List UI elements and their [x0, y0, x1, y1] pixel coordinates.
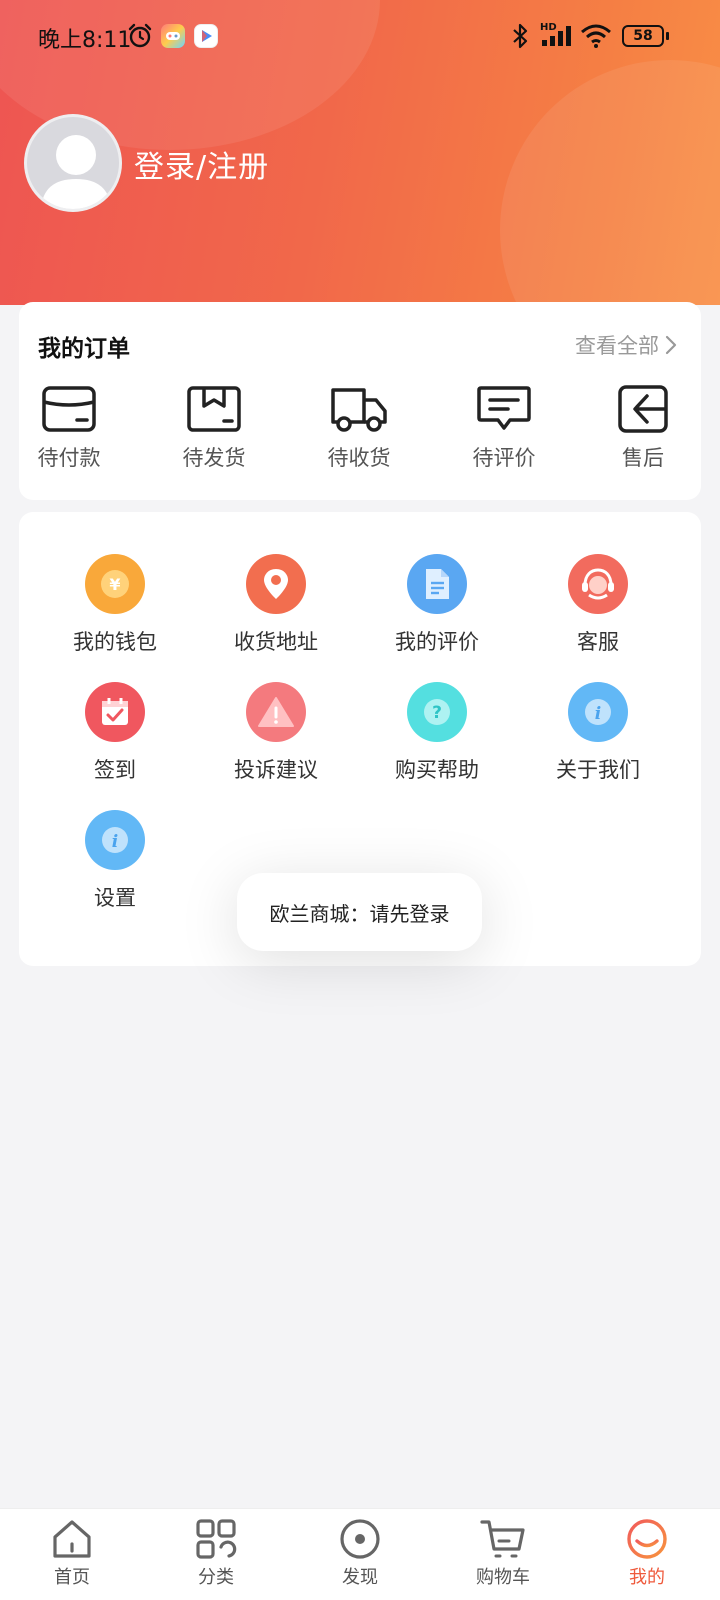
service-label: 签到: [94, 758, 136, 782]
yen-coin-icon: ¥: [101, 570, 129, 598]
view-all-label: 查看全部: [575, 334, 659, 358]
orders-title: 我的订单: [38, 336, 130, 362]
battery-indicator: 58: [622, 25, 664, 47]
service-icon-circle: [246, 682, 306, 742]
service-label: 购买帮助: [395, 758, 479, 782]
profile-smile-icon: [627, 1519, 667, 1559]
order-pending-receipt[interactable]: 待收货: [309, 384, 409, 472]
game-app-icon: [161, 24, 185, 48]
service-icon-circle: i: [85, 810, 145, 870]
order-pending-review[interactable]: 待评价: [454, 384, 554, 472]
service-icon-circle: [85, 682, 145, 742]
service-label: 我的钱包: [73, 630, 157, 654]
chevron-right-icon: [665, 335, 677, 355]
svg-text:i: i: [112, 832, 118, 852]
document-icon: [426, 569, 449, 599]
service-icon-circle: i: [568, 682, 628, 742]
order-label: 待评价: [472, 446, 536, 470]
service-checkin[interactable]: 签到: [40, 682, 190, 784]
service-icon-circle: ¥: [85, 554, 145, 614]
category-icon: [196, 1519, 237, 1559]
service-label: 关于我们: [556, 758, 640, 782]
tab-profile[interactable]: 我的: [597, 1517, 697, 1589]
status-bar: 晚上8:11 HD 58: [0, 0, 720, 72]
info-icon: i: [102, 827, 128, 853]
service-icon-circle: [407, 554, 467, 614]
return-icon: [618, 385, 668, 433]
svg-text:¥: ¥: [109, 575, 120, 594]
service-purchase-help[interactable]: ? 购买帮助: [362, 682, 512, 784]
svg-text:i: i: [595, 704, 601, 724]
service-label: 我的评价: [395, 630, 479, 654]
service-label: 投诉建议: [234, 758, 318, 782]
comment-icon: [477, 386, 531, 430]
my-orders-card: 我的订单 查看全部 待付款 待发货 待收货 待评价 售后: [19, 302, 701, 500]
tab-label: 发现: [342, 1567, 378, 1588]
info-icon: i: [585, 699, 611, 725]
avatar[interactable]: [24, 114, 122, 212]
truck-icon: [331, 388, 387, 432]
headset-icon: [582, 568, 614, 600]
package-icon: [187, 386, 241, 432]
order-label: 待付款: [37, 446, 101, 470]
service-icon-circle: [246, 554, 306, 614]
toast-message: 欧兰商城：请先登录: [269, 901, 450, 926]
bluetooth-icon: [513, 23, 528, 49]
service-settings[interactable]: i 设置: [40, 810, 190, 912]
tab-category[interactable]: 分类: [166, 1517, 266, 1589]
service-address[interactable]: 收货地址: [201, 554, 351, 656]
tab-home[interactable]: 首页: [22, 1517, 122, 1589]
status-time: 晚上8:11: [38, 28, 132, 53]
calendar-check-icon: [102, 698, 128, 725]
service-icon-circle: [568, 554, 628, 614]
cart-icon: [480, 1520, 525, 1558]
signal-icon: [542, 26, 571, 46]
order-label: 待发货: [182, 446, 246, 470]
tab-label: 购物车: [476, 1567, 530, 1588]
service-complaints[interactable]: 投诉建议: [201, 682, 351, 784]
tab-discover[interactable]: 发现: [310, 1517, 410, 1589]
bottom-tab-bar: 首页 分类 发现 购物车 我的: [0, 1508, 720, 1600]
service-customer-support[interactable]: 客服: [523, 554, 673, 656]
play-app-icon: [194, 24, 218, 48]
login-register-link[interactable]: 登录/注册: [134, 142, 269, 186]
battery-cap: [666, 32, 669, 40]
tab-label: 我的: [629, 1567, 665, 1588]
location-pin-icon: [264, 569, 288, 599]
order-label: 待收货: [327, 446, 391, 470]
service-label: 客服: [577, 630, 619, 654]
alarm-icon: [128, 23, 152, 48]
service-reviews[interactable]: 我的评价: [362, 554, 512, 656]
service-label: 设置: [94, 886, 136, 910]
tab-label: 分类: [198, 1567, 234, 1588]
tab-cart[interactable]: 购物车: [453, 1517, 553, 1589]
wallet-icon: [42, 386, 96, 432]
service-about-us[interactable]: i 关于我们: [523, 682, 673, 784]
login-required-toast: 欧兰商城：请先登录: [237, 873, 482, 951]
view-all-orders-link[interactable]: 查看全部: [575, 330, 677, 360]
question-icon: ?: [424, 699, 450, 725]
home-icon: [53, 1520, 91, 1558]
svg-text:?: ?: [432, 703, 442, 723]
warning-icon: [258, 697, 294, 727]
service-wallet[interactable]: ¥ 我的钱包: [40, 554, 190, 656]
service-icon-circle: ?: [407, 682, 467, 742]
discover-icon: [340, 1519, 380, 1559]
wifi-icon: [581, 24, 611, 48]
header-decoration: [500, 60, 720, 305]
order-label: 售后: [622, 446, 664, 470]
order-pending-payment[interactable]: 待付款: [19, 384, 119, 472]
battery-level: 58: [633, 28, 653, 44]
service-label: 收货地址: [234, 630, 318, 654]
order-after-sales[interactable]: 售后: [593, 384, 693, 472]
tab-label: 首页: [54, 1567, 90, 1588]
order-pending-shipment[interactable]: 待发货: [164, 384, 264, 472]
